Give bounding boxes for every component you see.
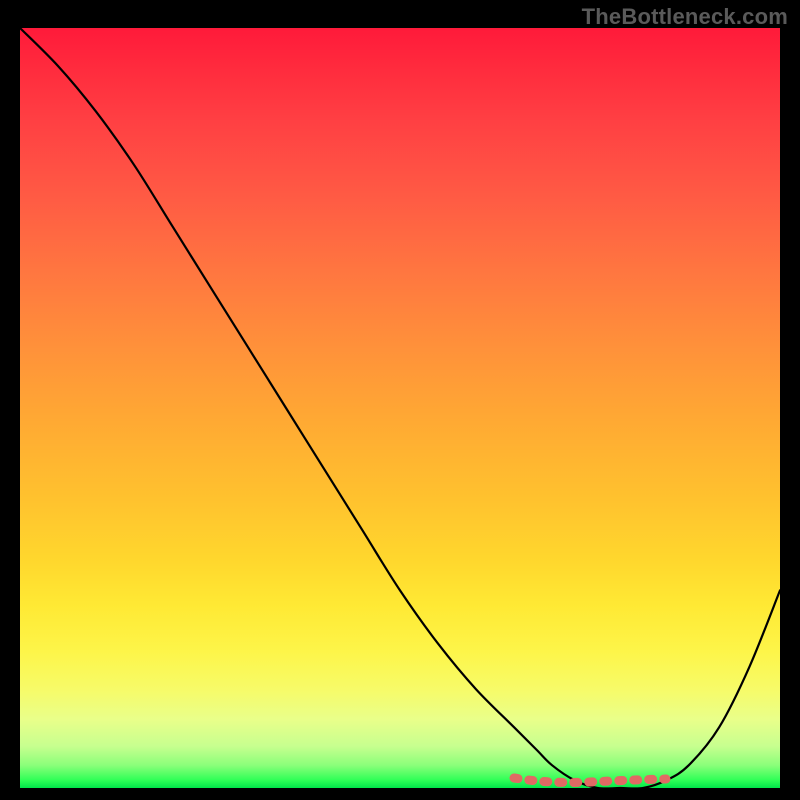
plateau-marker-path (514, 778, 666, 783)
bottleneck-curve-path (20, 28, 780, 789)
watermark-label: TheBottleneck.com (582, 4, 788, 30)
chart-svg (20, 28, 780, 788)
plot-area (20, 28, 780, 788)
chart-container (20, 28, 780, 788)
